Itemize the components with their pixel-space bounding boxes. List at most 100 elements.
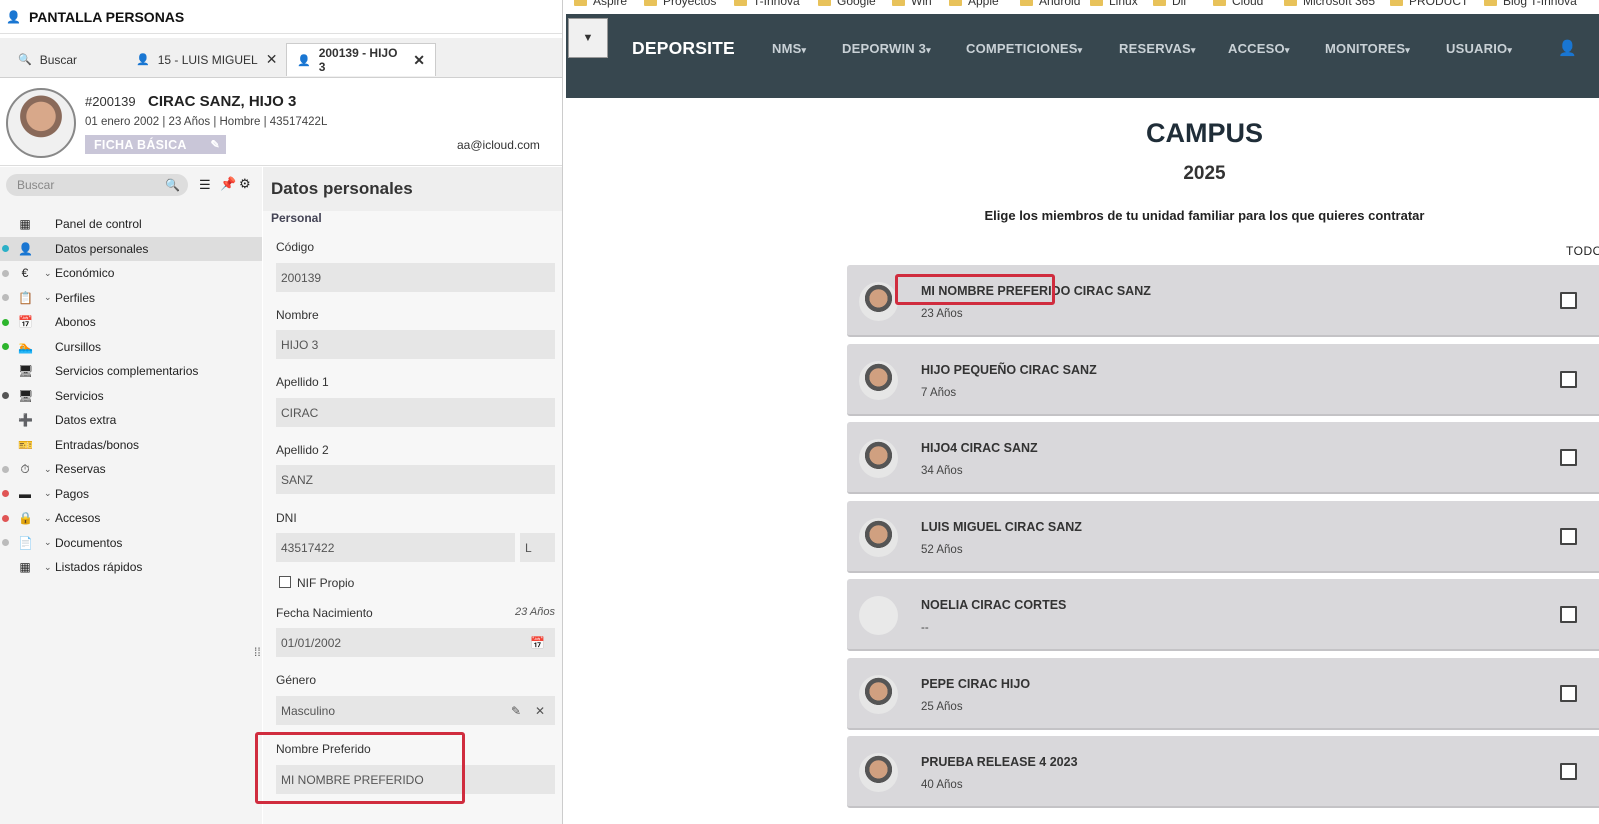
member-card[interactable]: PEPE CIRAC HIJO 25 Años xyxy=(847,657,1599,730)
sidebar-item[interactable]: 📋 ⌄ Perfiles xyxy=(0,286,262,310)
sidebar-item-label: Datos extra xyxy=(55,413,117,427)
sidebar-item[interactable]: 📄 ⌄ Documentos xyxy=(0,531,262,555)
genero-select[interactable]: Masculino ✎ ✕ xyxy=(276,696,555,725)
member-card[interactable]: NOELIA CIRAC CORTES -- xyxy=(847,579,1599,651)
nav-menu-item[interactable]: COMPETICIONES▾ xyxy=(966,41,1082,56)
sidebar-item[interactable]: ➕ Datos extra xyxy=(0,408,262,432)
fecha-field[interactable]: 01/01/2002 📅 xyxy=(276,628,555,657)
nombre-field[interactable]: HIJO 3 xyxy=(276,330,555,359)
bookmark-item[interactable]: Linux xyxy=(1090,0,1138,8)
member-age: 23 Años xyxy=(921,308,963,320)
close-icon[interactable]: ✕ xyxy=(535,704,545,718)
dropdown-toggle-button[interactable]: ▼ xyxy=(568,18,608,58)
codigo-field[interactable]: 200139 xyxy=(276,263,555,292)
chevron-down-icon: ⌄ xyxy=(44,292,52,302)
search-icon[interactable]: 🔍 xyxy=(165,178,180,192)
member-card[interactable]: PRUEBA RELEASE 4 2023 40 Años xyxy=(847,736,1599,808)
member-checkbox[interactable] xyxy=(1560,370,1577,388)
dni-letter-field[interactable]: L xyxy=(520,533,555,562)
tab-hijo3[interactable]: 👤 200139 - HIJO 3 ✕ xyxy=(286,43,436,76)
apellido1-field[interactable]: CIRAC xyxy=(276,398,555,427)
sidebar-item[interactable]: ▬ ⌄ Pagos xyxy=(0,482,262,506)
bookmark-item[interactable]: Google xyxy=(818,0,876,8)
bookmark-item[interactable]: Android xyxy=(1020,0,1080,8)
status-dot xyxy=(2,245,9,252)
chevron-down-icon: ⌄ xyxy=(44,267,52,278)
nif-propio-checkbox[interactable] xyxy=(279,576,291,588)
sidebar-item[interactable]: 👤 Datos personales xyxy=(0,236,262,261)
apellido2-field[interactable]: SANZ xyxy=(276,465,555,494)
apellido2-label: Apellido 2 xyxy=(276,443,329,457)
bookmark-item[interactable]: Blog T-Innova xyxy=(1484,0,1577,8)
tab-luis-miguel[interactable]: 👤 15 - LUIS MIGUEL ✕ xyxy=(126,43,287,76)
list-icon[interactable]: ☰ xyxy=(199,177,211,193)
close-icon[interactable]: ✕ xyxy=(413,52,425,69)
pencil-icon[interactable]: ✎ xyxy=(511,704,521,718)
nav-menu-item[interactable]: RESERVAS▾ xyxy=(1119,41,1196,56)
member-checkbox[interactable] xyxy=(1560,606,1577,623)
member-checkbox[interactable] xyxy=(1560,292,1577,309)
sidebar-item[interactable]: ▦ ⌄ Listados rápidos xyxy=(0,555,262,579)
bookmark-item[interactable]: Win xyxy=(892,0,932,8)
folder-icon xyxy=(574,0,587,6)
sidebar-item[interactable]: 📅 Abonos xyxy=(0,310,262,334)
tab-label: Buscar xyxy=(39,52,78,67)
bookmark-item[interactable]: PRODUCT xyxy=(1390,0,1468,8)
nav-menu-item[interactable]: ACCESO▾ xyxy=(1228,41,1290,56)
member-card[interactable]: HIJO4 CIRAC SANZ 34 Años xyxy=(847,422,1599,494)
nav-menu-label: DEPORWIN 3 xyxy=(842,41,927,56)
sidebar-item[interactable]: ▦ Panel de control xyxy=(0,212,262,236)
caret-down-icon: ▾ xyxy=(1507,45,1513,55)
pencil-icon[interactable]: ✎ xyxy=(210,138,220,151)
bookmark-item[interactable]: Aspire xyxy=(574,0,627,8)
sidebar-item[interactable]: 🔒 ⌄ Accesos xyxy=(0,506,262,530)
bookmark-item[interactable]: Apple xyxy=(949,0,999,8)
bookmark-item[interactable]: T-Innova xyxy=(734,0,800,8)
member-checkbox[interactable] xyxy=(1560,527,1577,545)
member-card[interactable]: HIJO PEQUEÑO CIRAC SANZ 7 Años xyxy=(847,343,1599,416)
status-dot xyxy=(2,269,9,277)
tab-buscar[interactable]: 🔍 Buscar xyxy=(8,43,87,76)
tab-label: 15 - LUIS MIGUEL xyxy=(157,52,258,67)
year-subtitle: 2025 xyxy=(1183,163,1226,184)
sidebar-item[interactable]: 🖥 Servicios complementarios xyxy=(0,359,262,383)
bookmark-item[interactable]: Cloud xyxy=(1213,0,1263,8)
sidebar-item[interactable]: 🖥 Servicios xyxy=(0,384,262,408)
sidebar-item[interactable]: 🎫 Entradas/bonos xyxy=(0,433,262,457)
member-age: -- xyxy=(921,622,929,634)
logo[interactable]: DEPORSITE xyxy=(632,38,735,59)
calendar-icon[interactable]: 📅 xyxy=(530,636,545,650)
member-checkbox[interactable] xyxy=(1560,763,1577,780)
caret-down-icon: ▾ xyxy=(1190,45,1196,55)
member-age: 34 Años xyxy=(921,465,963,477)
member-checkbox[interactable] xyxy=(1560,684,1577,702)
folder-icon xyxy=(644,0,657,6)
sidebar-item[interactable]: 🏊 Cursillos xyxy=(0,335,262,359)
select-all-label[interactable]: TODO xyxy=(1566,244,1599,258)
instruction-text: Elige los miembros de tu unidad familiar… xyxy=(984,208,1425,223)
drag-handle-icon[interactable]: ⁞⁞ xyxy=(254,645,261,659)
member-checkbox[interactable] xyxy=(1560,449,1577,466)
ficha-basica-badge[interactable]: FICHA BÁSICA ✎ xyxy=(85,135,226,154)
close-icon[interactable]: ✕ xyxy=(266,51,278,68)
sidebar-item[interactable]: € ⌄ Económico xyxy=(0,261,262,285)
bookmark-item[interactable]: Microsoft 365 xyxy=(1284,0,1375,8)
nav-menu-item[interactable]: MONITORES▾ xyxy=(1325,41,1410,56)
avatar xyxy=(859,517,898,557)
sidebar-search-input[interactable]: Buscar 🔍 xyxy=(6,174,188,196)
avatar[interactable] xyxy=(6,88,76,158)
nav-menu-item[interactable]: USUARIO▾ xyxy=(1446,41,1512,56)
bookmark-item[interactable]: Proyectos xyxy=(644,0,716,8)
bookmark-item[interactable]: Dll xyxy=(1153,0,1186,8)
dni-field[interactable]: 43517422 xyxy=(276,533,515,562)
nav-menu-item[interactable]: DEPORWIN 3▾ xyxy=(842,41,931,56)
status-dot xyxy=(2,490,9,497)
folder-icon xyxy=(1484,0,1497,6)
nav-menu-item[interactable]: NMS▾ xyxy=(772,41,806,56)
member-name: HIJO PEQUEÑO CIRAC SANZ xyxy=(921,362,1097,377)
user-icon[interactable]: 👤 xyxy=(1558,39,1577,57)
gear-icon[interactable]: ⚙ xyxy=(239,176,251,192)
pin-icon[interactable]: 📌 xyxy=(220,176,236,192)
member-card[interactable]: LUIS MIGUEL CIRAC SANZ 52 Años xyxy=(847,500,1599,573)
sidebar-item[interactable]: ⏱ ⌄ Reservas xyxy=(0,457,262,481)
